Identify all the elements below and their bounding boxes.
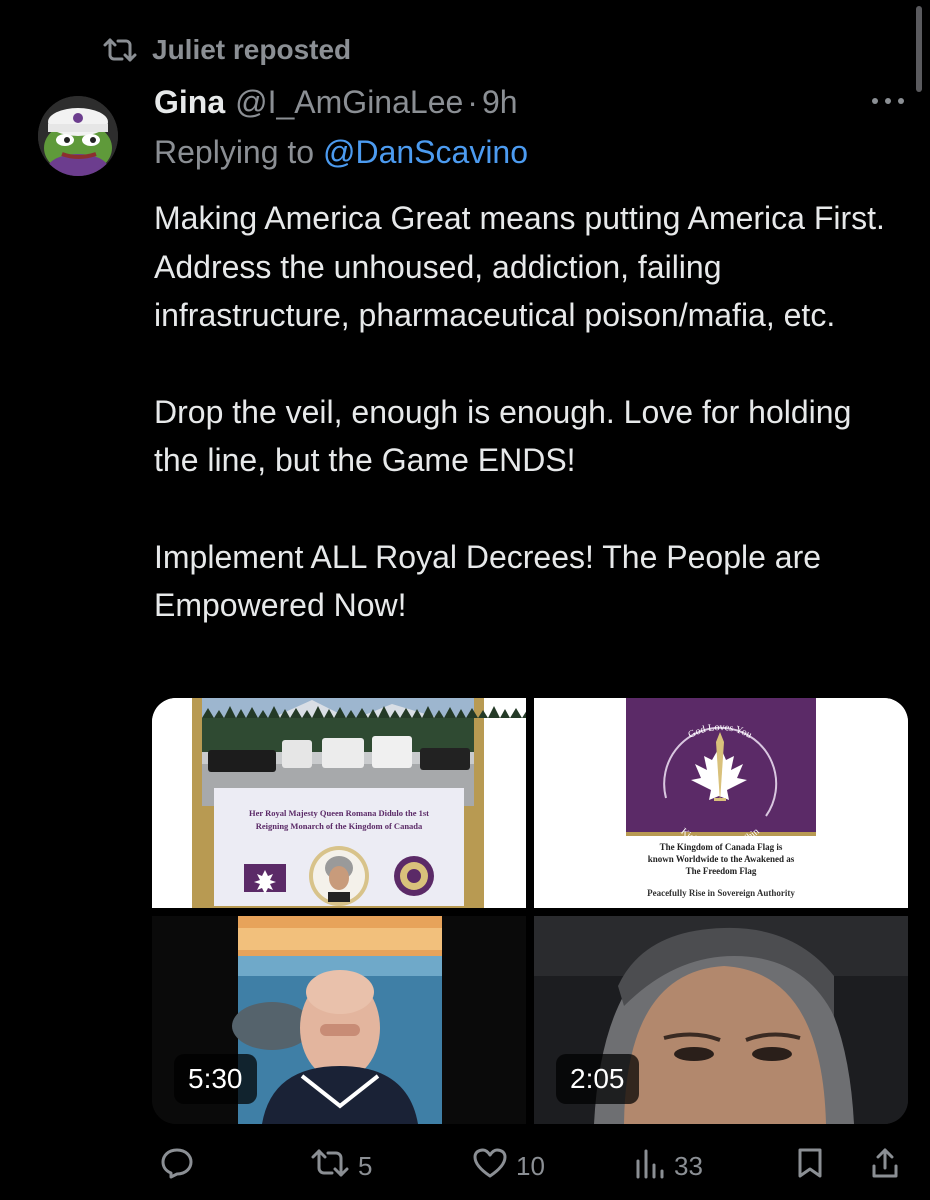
scrollbar[interactable]	[916, 6, 922, 92]
tweet-text: Making America Great means putting Ameri…	[154, 194, 894, 630]
tweet-paragraph: Making America Great means putting Ameri…	[154, 200, 885, 333]
reply-context: Replying to @DanScavino	[154, 134, 528, 171]
repost-count: 5	[358, 1150, 373, 1181]
heart-icon	[472, 1147, 508, 1186]
image2-tagline: Peacefully Rise in Sovereign Authority	[647, 888, 795, 898]
media-video-2[interactable]: 2:05	[534, 916, 908, 1124]
like-count: 10	[516, 1150, 545, 1181]
share-button[interactable]	[870, 1146, 900, 1186]
reply-button[interactable]	[160, 1146, 194, 1186]
display-name[interactable]: Gina	[154, 84, 225, 121]
tweet-paragraph: Implement ALL Royal Decrees! The People …	[154, 538, 822, 624]
reply-icon	[160, 1146, 194, 1187]
views-count: 33	[674, 1150, 703, 1181]
action-bar: 5 10 33	[0, 1140, 930, 1190]
views-icon	[634, 1147, 666, 1186]
image2-caption-3: The Freedom Flag	[686, 866, 757, 876]
image2-caption-2: known Worldwide to the Awakened as	[648, 854, 795, 864]
bookmark-icon	[796, 1147, 824, 1186]
image2-caption-1: The Kingdom of Canada Flag is	[660, 842, 783, 852]
image1-caption-1: Her Royal Majesty Queen Romana Didulo th…	[249, 808, 429, 818]
media-image-2[interactable]: God Loves You Kiçi Manitō Osākihin The K…	[534, 698, 908, 908]
timestamp[interactable]: 9h	[482, 84, 518, 121]
tweet-header: Gina @I_AmGinaLee · 9h	[154, 80, 518, 124]
image1-caption-2: Reigning Monarch of the Kingdom of Canad…	[256, 821, 423, 831]
views-button[interactable]: 33	[634, 1146, 703, 1186]
reply-prefix: Replying to	[154, 134, 315, 170]
like-button[interactable]: 10	[472, 1146, 545, 1186]
user-handle[interactable]: @I_AmGinaLee	[235, 84, 463, 121]
separator-dot: ·	[467, 83, 478, 120]
repost-label: Juliet reposted	[152, 34, 352, 65]
media-grid: Her Royal Majesty Queen Romana Didulo th…	[152, 698, 908, 1124]
repost-icon	[100, 33, 140, 67]
repost-button[interactable]: 5	[310, 1146, 372, 1186]
repost-indicator[interactable]: Juliet reposted	[100, 30, 351, 70]
tweet-paragraph: Drop the veil, enough is enough. Love fo…	[154, 393, 852, 479]
media-video-1[interactable]: 5:30	[152, 916, 526, 1124]
video-duration: 5:30	[174, 1054, 257, 1104]
video-duration: 2:05	[556, 1054, 639, 1104]
media-image-1[interactable]: Her Royal Majesty Queen Romana Didulo th…	[152, 698, 526, 908]
repost-icon	[310, 1148, 350, 1185]
more-options-icon[interactable]	[866, 86, 910, 116]
avatar[interactable]	[38, 96, 118, 176]
share-icon	[870, 1146, 900, 1187]
bookmark-button[interactable]	[796, 1146, 824, 1186]
reply-mention-link[interactable]: @DanScavino	[323, 134, 528, 170]
